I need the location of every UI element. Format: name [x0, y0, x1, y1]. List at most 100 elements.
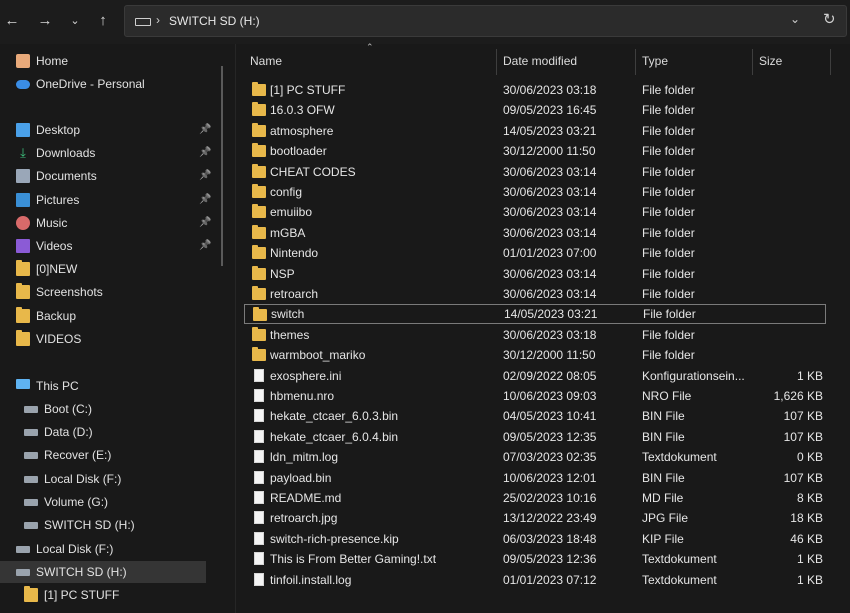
file-name: NSP: [270, 266, 295, 281]
sidebar-item[interactable]: OneDrive - Personal: [0, 73, 206, 95]
table-row[interactable]: themes 30/06/2023 03:18 File folder: [244, 325, 826, 345]
column-type[interactable]: Type: [642, 44, 668, 76]
column-separator[interactable]: [830, 49, 831, 75]
file-name: Nintendo: [270, 246, 319, 261]
sidebar-item[interactable]: SWITCH SD (H:): [2, 514, 214, 536]
table-row[interactable]: atmosphere 14/05/2023 03:21 File folder: [244, 121, 826, 141]
file-name: CHEAT CODES: [270, 164, 356, 179]
back-button[interactable]: ←: [1, 10, 23, 32]
sidebar-item-label: Desktop: [36, 123, 81, 137]
table-row[interactable]: payload.bin 10/06/2023 12:01 BIN File 107 K…: [244, 468, 826, 488]
sidebar-item[interactable]: Desktop 📌: [0, 119, 211, 141]
column-separator[interactable]: [496, 49, 497, 75]
sidebar-item[interactable]: Boot (C:): [2, 398, 214, 420]
address-path[interactable]: SWITCH SD (H:): [169, 14, 260, 28]
pin-icon[interactable]: 📌: [199, 165, 211, 187]
pane-divider[interactable]: [235, 44, 236, 613]
table-row[interactable]: retroarch 30/06/2023 03:14 File folder: [244, 284, 826, 304]
table-row[interactable]: hbmenu.nro 10/06/2023 09:03 NRO File 1,626 …: [244, 386, 826, 406]
file-date-modified: 13/12/2022 23:49: [503, 511, 597, 526]
sidebar-item[interactable]: [1] PC STUFF: [2, 584, 214, 606]
sidebar-item[interactable]: This PC: [0, 375, 206, 397]
table-row[interactable]: hekate_ctcaer_6.0.3.bin 04/05/2023 10:41 B…: [244, 406, 826, 426]
sidebar-item[interactable]: Local Disk (F:): [2, 468, 214, 490]
column-separator[interactable]: [752, 49, 753, 75]
file-size: 107 KB: [783, 429, 823, 444]
file-date-modified: 04/05/2023 10:41: [503, 409, 597, 424]
sidebar-item[interactable]: Videos 📌: [0, 235, 211, 257]
table-row[interactable]: [1] PC STUFF 30/06/2023 03:18 File folder: [244, 80, 826, 100]
sidebar-item[interactable]: Pictures 📌: [0, 189, 211, 211]
pin-icon[interactable]: 📌: [199, 142, 211, 164]
file-icon: [254, 531, 264, 545]
sidebar-item[interactable]: Volume (G:): [2, 491, 214, 513]
file-type: Textdokument: [642, 450, 717, 465]
table-row[interactable]: CHEAT CODES 30/06/2023 03:14 File folder: [244, 162, 826, 182]
table-row[interactable]: NSP 30/06/2023 03:14 File folder: [244, 264, 826, 284]
column-separator[interactable]: [635, 49, 636, 75]
drive-icon: [135, 18, 151, 26]
sidebar-item[interactable]: ⤓ Downloads 📌: [0, 142, 211, 164]
sidebar-item[interactable]: Home: [0, 50, 206, 72]
sidebar-item[interactable]: Data (D:): [2, 421, 214, 443]
table-row[interactable]: ldn_mitm.log 07/03/2023 02:35 Textdokument…: [244, 447, 826, 467]
sidebar-item[interactable]: Music 📌: [0, 212, 211, 234]
sidebar-item[interactable]: [0]NEW: [0, 258, 206, 280]
file-name: README.md: [270, 491, 342, 505]
folder-icon: [252, 224, 266, 239]
table-row[interactable]: exosphere.ini 02/09/2022 08:05 Konfigurati…: [244, 366, 826, 386]
pin-icon[interactable]: 📌: [199, 119, 211, 141]
column-size[interactable]: Size: [759, 44, 782, 76]
file-date-modified: 09/05/2023 16:45: [503, 103, 597, 118]
address-bar[interactable]: › SWITCH SD (H:) ⌄ ↻: [124, 5, 847, 37]
file-icon: [254, 491, 264, 504]
file-date-modified: 30/06/2023 03:14: [503, 205, 597, 220]
table-row[interactable]: bootloader 30/12/2000 11:50 File folder: [244, 141, 826, 161]
file-date-modified: 30/12/2000 11:50: [503, 144, 596, 159]
table-row[interactable]: warmboot_mariko 30/12/2000 11:50 File fold…: [244, 345, 826, 365]
file-type: KIP File: [642, 531, 684, 546]
table-row[interactable]: README.md 25/02/2023 10:16 MD File 8 KB: [244, 488, 826, 508]
sidebar-item[interactable]: Recover (E:): [2, 444, 214, 466]
sidebar-item[interactable]: Documents 📌: [0, 165, 211, 187]
file-icon: [254, 429, 264, 443]
refresh-icon[interactable]: ↻: [823, 10, 836, 28]
table-row[interactable]: switch-rich-presence.kip 06/03/2023 18:48…: [244, 529, 826, 549]
recent-locations-button[interactable]: ⌄: [64, 10, 86, 32]
table-row[interactable]: Nintendo 01/01/2023 07:00 File folder: [244, 243, 826, 263]
file-type: JPG File: [642, 511, 689, 526]
navigation-pane: Home OneDrive - Personal Desktop 📌 ⤓ Download…: [0, 44, 222, 613]
table-row[interactable]: 16.0.3 OFW 09/05/2023 16:45 File folder: [244, 100, 826, 120]
file-date-modified: 09/05/2023 12:36: [503, 552, 597, 567]
table-row[interactable]: mGBA 30/06/2023 03:14 File folder: [244, 223, 826, 243]
folder-icon: [252, 82, 266, 96]
file-name: hbmenu.nro: [270, 389, 335, 403]
sidebar-item[interactable]: Backup: [0, 305, 206, 327]
up-button[interactable]: ↑: [92, 10, 114, 32]
sidebar-item[interactable]: Screenshots: [0, 281, 206, 303]
sidebar-item-label: Documents: [36, 169, 97, 184]
file-date-modified: 30/06/2023 03:14: [503, 225, 597, 240]
pin-icon[interactable]: 📌: [199, 212, 211, 234]
table-row[interactable]: retroarch.jpg 13/12/2022 23:49 JPG File 18 …: [244, 508, 826, 528]
column-date[interactable]: Date modified: [503, 44, 577, 76]
file-icon: [254, 511, 264, 525]
sidebar-item-label: Downloads: [36, 146, 96, 161]
pin-icon[interactable]: 📌: [199, 189, 211, 211]
table-row[interactable]: emuiibo 30/06/2023 03:14 File folder: [244, 202, 826, 222]
table-row[interactable]: hekate_ctcaer_6.0.4.bin 09/05/2023 12:35 B…: [244, 427, 826, 447]
column-name[interactable]: Name: [250, 44, 282, 76]
address-dropdown-icon[interactable]: ⌄: [790, 12, 800, 26]
sidebar-item[interactable]: Local Disk (F:): [0, 538, 206, 560]
sidebar-item[interactable]: SWITCH SD (H:): [0, 561, 206, 583]
table-row[interactable]: tinfoil.install.log 01/01/2023 07:12 Textd…: [244, 570, 826, 590]
table-row[interactable]: This is From Better Gaming!.txt 09/05/202…: [244, 549, 826, 569]
file-name: themes: [270, 327, 310, 342]
sidebar-item[interactable]: VIDEOS: [0, 328, 206, 350]
forward-button[interactable]: →: [34, 10, 56, 32]
pin-icon[interactable]: 📌: [199, 235, 211, 257]
table-row[interactable]: config 30/06/2023 03:14 File folder: [244, 182, 826, 202]
documents-icon: [16, 169, 30, 184]
navigation-pane-scrollbar[interactable]: [221, 66, 223, 266]
table-row[interactable]: switch 14/05/2023 03:21 File folder: [244, 304, 826, 325]
